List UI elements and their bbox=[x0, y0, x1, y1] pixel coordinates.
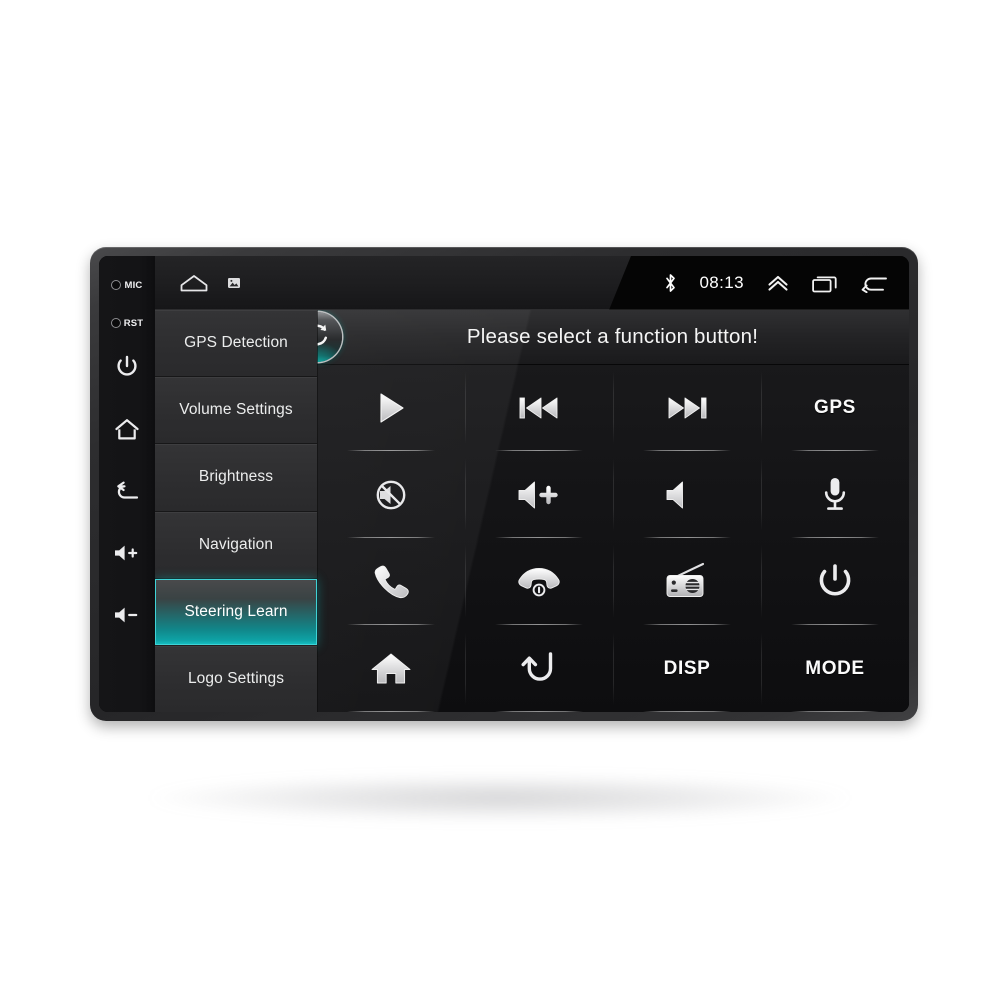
sidebar-item-label: Navigation bbox=[198, 535, 274, 553]
sidebar-item-label: Volume Settings bbox=[179, 401, 293, 419]
power-icon bbox=[116, 355, 138, 379]
settings-menu-sidebar: GPS Detection Volume Settings Brightness… bbox=[155, 310, 317, 712]
refresh-sync-icon bbox=[317, 320, 332, 355]
phone-hangup-icon bbox=[516, 566, 562, 598]
home-icon bbox=[114, 418, 140, 441]
volume-down-button[interactable] bbox=[613, 451, 761, 538]
device-drop-shadow bbox=[150, 775, 850, 821]
home-filled-icon bbox=[370, 651, 412, 687]
home-outline-icon[interactable] bbox=[179, 273, 209, 293]
sidebar-item-steering-learn[interactable]: Steering Learn bbox=[155, 578, 317, 646]
voice-button[interactable] bbox=[761, 451, 909, 538]
sidebar-item-brightness[interactable]: Brightness bbox=[155, 444, 317, 512]
sidebar-item-label: Logo Settings bbox=[187, 669, 285, 687]
power-icon bbox=[817, 563, 853, 601]
panel-header: Please select a function button! bbox=[317, 310, 909, 364]
sidebar-item-label: Brightness bbox=[198, 468, 274, 486]
hw-volume-down-button[interactable] bbox=[99, 584, 155, 646]
status-bar-right-group: 08:13 bbox=[664, 256, 889, 310]
radio-icon bbox=[664, 562, 710, 602]
disp-button[interactable]: DISP bbox=[613, 625, 761, 712]
sidebar-item-gps-detection[interactable]: GPS Detection bbox=[155, 310, 317, 378]
hw-power-button[interactable] bbox=[99, 336, 155, 398]
mode-button[interactable]: MODE bbox=[761, 625, 909, 712]
volume-down-icon bbox=[664, 478, 710, 512]
android-status-bar: 08:13 bbox=[155, 256, 909, 310]
sidebar-item-logo-settings[interactable]: Logo Settings bbox=[155, 645, 317, 712]
hw-back-button[interactable] bbox=[99, 460, 155, 522]
call-end-button[interactable] bbox=[465, 538, 613, 625]
sidebar-item-label: Steering Learn bbox=[184, 602, 288, 620]
head-unit-device: MIC RST 08:13 GPS Detection Volume Setti… bbox=[90, 247, 918, 721]
gps-button[interactable]: GPS bbox=[761, 364, 909, 451]
reset-label: RST bbox=[123, 317, 144, 329]
reset-pinhole-icon bbox=[110, 318, 121, 328]
call-answer-button[interactable] bbox=[317, 538, 465, 625]
gps-label: GPS bbox=[814, 396, 856, 418]
screen-content: GPS Detection Volume Settings Brightness… bbox=[155, 310, 909, 712]
next-button[interactable] bbox=[613, 364, 761, 451]
screenshot-icon[interactable] bbox=[227, 276, 241, 290]
volume-down-icon bbox=[113, 605, 141, 625]
sidebar-item-volume-settings[interactable]: Volume Settings bbox=[155, 377, 317, 445]
refresh-sync-button[interactable] bbox=[317, 312, 342, 362]
function-grid: GPS DISP MODE bbox=[317, 364, 909, 712]
radio-button[interactable] bbox=[613, 538, 761, 625]
sidebar-item-label: GPS Detection bbox=[184, 334, 288, 352]
panel-header-title: Please select a function button! bbox=[466, 325, 759, 348]
chevron-up-icon[interactable] bbox=[766, 273, 790, 293]
back-icon bbox=[114, 480, 140, 502]
play-icon bbox=[374, 390, 408, 426]
previous-button[interactable] bbox=[465, 364, 613, 451]
mic-pinhole-icon bbox=[111, 280, 122, 290]
disp-label: DISP bbox=[663, 657, 711, 679]
status-bar-left-group bbox=[155, 273, 241, 293]
bluetooth-icon bbox=[664, 273, 677, 293]
sidebar-item-navigation[interactable]: Navigation bbox=[155, 511, 317, 579]
volume-up-icon bbox=[516, 478, 562, 512]
hw-volume-up-button[interactable] bbox=[99, 522, 155, 584]
function-button-panel: Please select a function button! GPS DIS… bbox=[317, 310, 909, 712]
phone-answer-icon bbox=[372, 563, 410, 601]
back-button[interactable] bbox=[465, 625, 613, 712]
return-arrow-icon bbox=[519, 650, 559, 688]
mode-label: MODE bbox=[805, 657, 865, 679]
next-track-icon bbox=[665, 393, 709, 423]
mute-button[interactable] bbox=[317, 451, 465, 538]
microphone-icon bbox=[821, 475, 849, 515]
mute-icon bbox=[371, 475, 411, 515]
hw-home-button[interactable] bbox=[99, 398, 155, 460]
reset-pinhole[interactable]: RST bbox=[99, 310, 155, 336]
home-button[interactable] bbox=[317, 625, 465, 712]
previous-track-icon bbox=[517, 393, 561, 423]
touch-screen: 08:13 GPS Detection Volume Settings Brig… bbox=[155, 256, 909, 712]
volume-up-icon bbox=[113, 543, 141, 563]
power-button[interactable] bbox=[761, 538, 909, 625]
play-button[interactable] bbox=[317, 364, 465, 451]
recent-apps-icon[interactable] bbox=[812, 274, 839, 293]
mic-label: MIC bbox=[124, 279, 143, 291]
status-bar-clock: 08:13 bbox=[699, 273, 744, 292]
mic-pinhole: MIC bbox=[99, 272, 155, 298]
device-inner-bezel: MIC RST 08:13 GPS Detection Volume Setti… bbox=[99, 256, 909, 712]
volume-up-button[interactable] bbox=[465, 451, 613, 538]
hardware-key-column: MIC RST bbox=[99, 256, 155, 712]
back-arrow-icon[interactable] bbox=[861, 273, 889, 293]
